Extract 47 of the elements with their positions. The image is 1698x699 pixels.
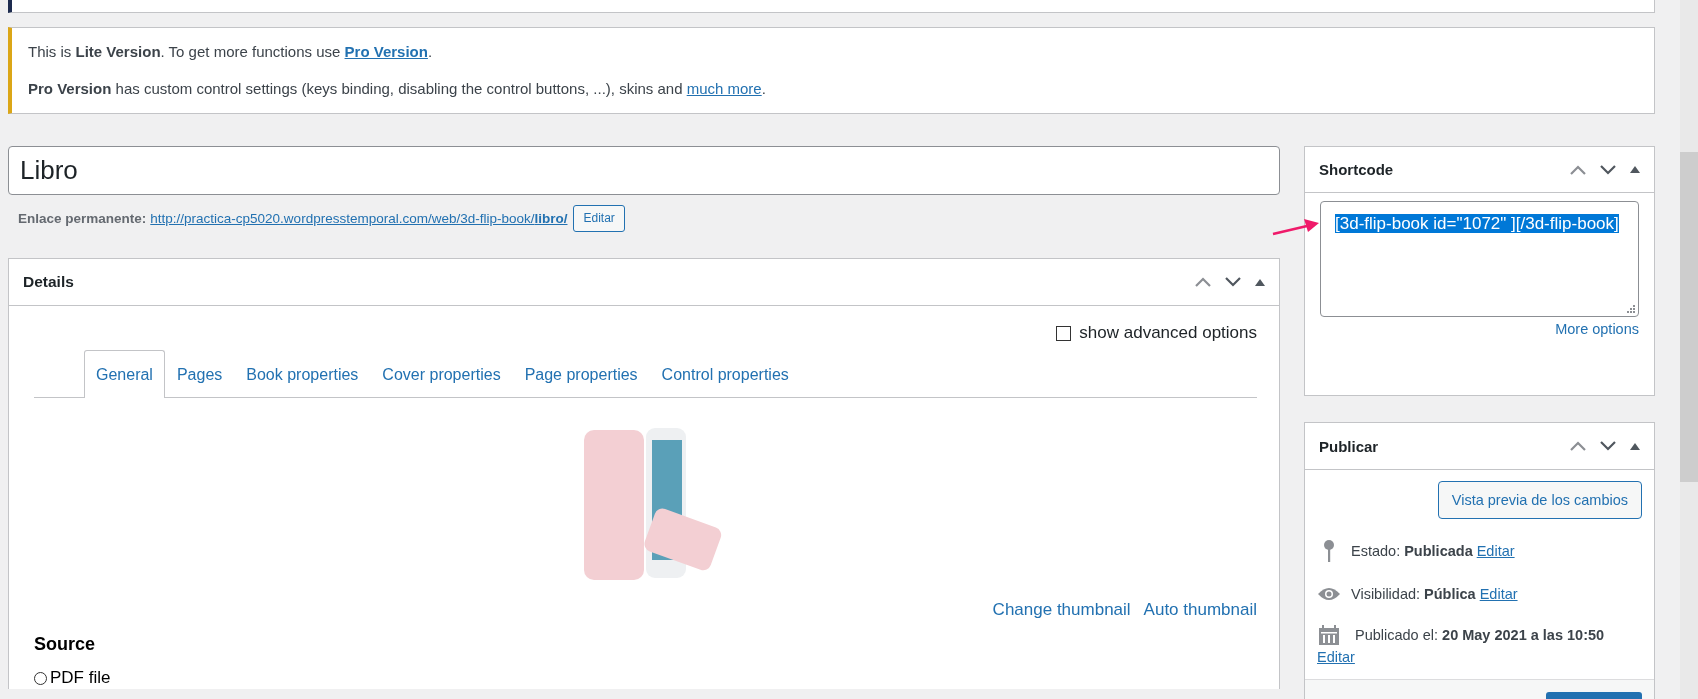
meta-text: Publicado el: 20 May 2021 a las 10:50 (1355, 627, 1605, 643)
link[interactable]: Pro Version (344, 43, 428, 60)
preview-button[interactable]: Vista previa de los cambios (1437, 481, 1642, 519)
tab[interactable]: General (84, 350, 165, 398)
calendar-icon (1319, 625, 1339, 645)
resize-handle-icon[interactable] (1627, 305, 1635, 313)
edit-link[interactable]: Editar (1317, 649, 1642, 665)
eye-icon (1317, 586, 1341, 601)
checkbox-label[interactable]: show advanced options (1079, 323, 1257, 343)
move-down-icon[interactable] (1225, 277, 1241, 287)
tab[interactable]: Cover properties (370, 351, 513, 398)
collapse-icon[interactable] (1630, 166, 1640, 173)
move-up-icon[interactable] (1195, 277, 1211, 287)
tab[interactable]: Page properties (512, 351, 650, 398)
panel-title: Shortcode (1319, 161, 1394, 178)
tab[interactable]: Book properties (234, 351, 371, 398)
shortcode-field[interactable]: [3d-flip-book id="1072" ][/3d-flip-book] (1320, 201, 1639, 317)
edit-link[interactable]: Editar (1476, 542, 1515, 559)
link[interactable]: much more (686, 80, 762, 97)
thumbnail-link[interactable]: Auto thumbnail (1143, 600, 1257, 620)
permalink-link[interactable]: http://practica-cp5020.wordpresstemporal.com/web/3d-flip-book/libro/ (150, 210, 568, 226)
tab[interactable]: Control properties (649, 351, 801, 398)
collapse-icon[interactable] (1255, 278, 1265, 286)
more-options-link[interactable]: More options (1555, 321, 1639, 337)
notice-text: Pro Version has custom control settings (keys binding, disabling the control buttons, ...), skins and much more. (28, 79, 767, 99)
notice-text: This is Lite Version. To get more functions use Pro Version. (28, 42, 434, 62)
radio-label[interactable]: PDF file (50, 668, 111, 688)
thumbnail-link[interactable]: Change thumbnail (992, 600, 1131, 620)
panel-title: Publicar (1319, 437, 1379, 455)
section-heading: Source (34, 634, 97, 655)
panel-title: Details (23, 273, 74, 291)
move-down-icon[interactable] (1600, 164, 1616, 175)
move-up-icon[interactable] (1570, 164, 1586, 175)
scrollbar-thumb[interactable] (1680, 152, 1698, 482)
collapse-icon[interactable] (1630, 442, 1640, 450)
edit-button[interactable]: Editar (573, 204, 625, 232)
meta-text: Estado: Publicada (1351, 542, 1473, 559)
arrow-icon (1271, 217, 1321, 237)
permalink-label: Enlace permanente: (18, 210, 147, 226)
pin-icon (1323, 539, 1335, 562)
meta-text: Visibilidad: Pública (1351, 585, 1476, 602)
edit-link[interactable]: Editar (1479, 585, 1518, 602)
move-up-icon[interactable] (1570, 441, 1586, 451)
checkbox[interactable] (1056, 325, 1072, 341)
title-field[interactable]: Libro (8, 146, 1280, 195)
tab[interactable]: Pages (164, 351, 235, 398)
move-down-icon[interactable] (1600, 441, 1616, 451)
